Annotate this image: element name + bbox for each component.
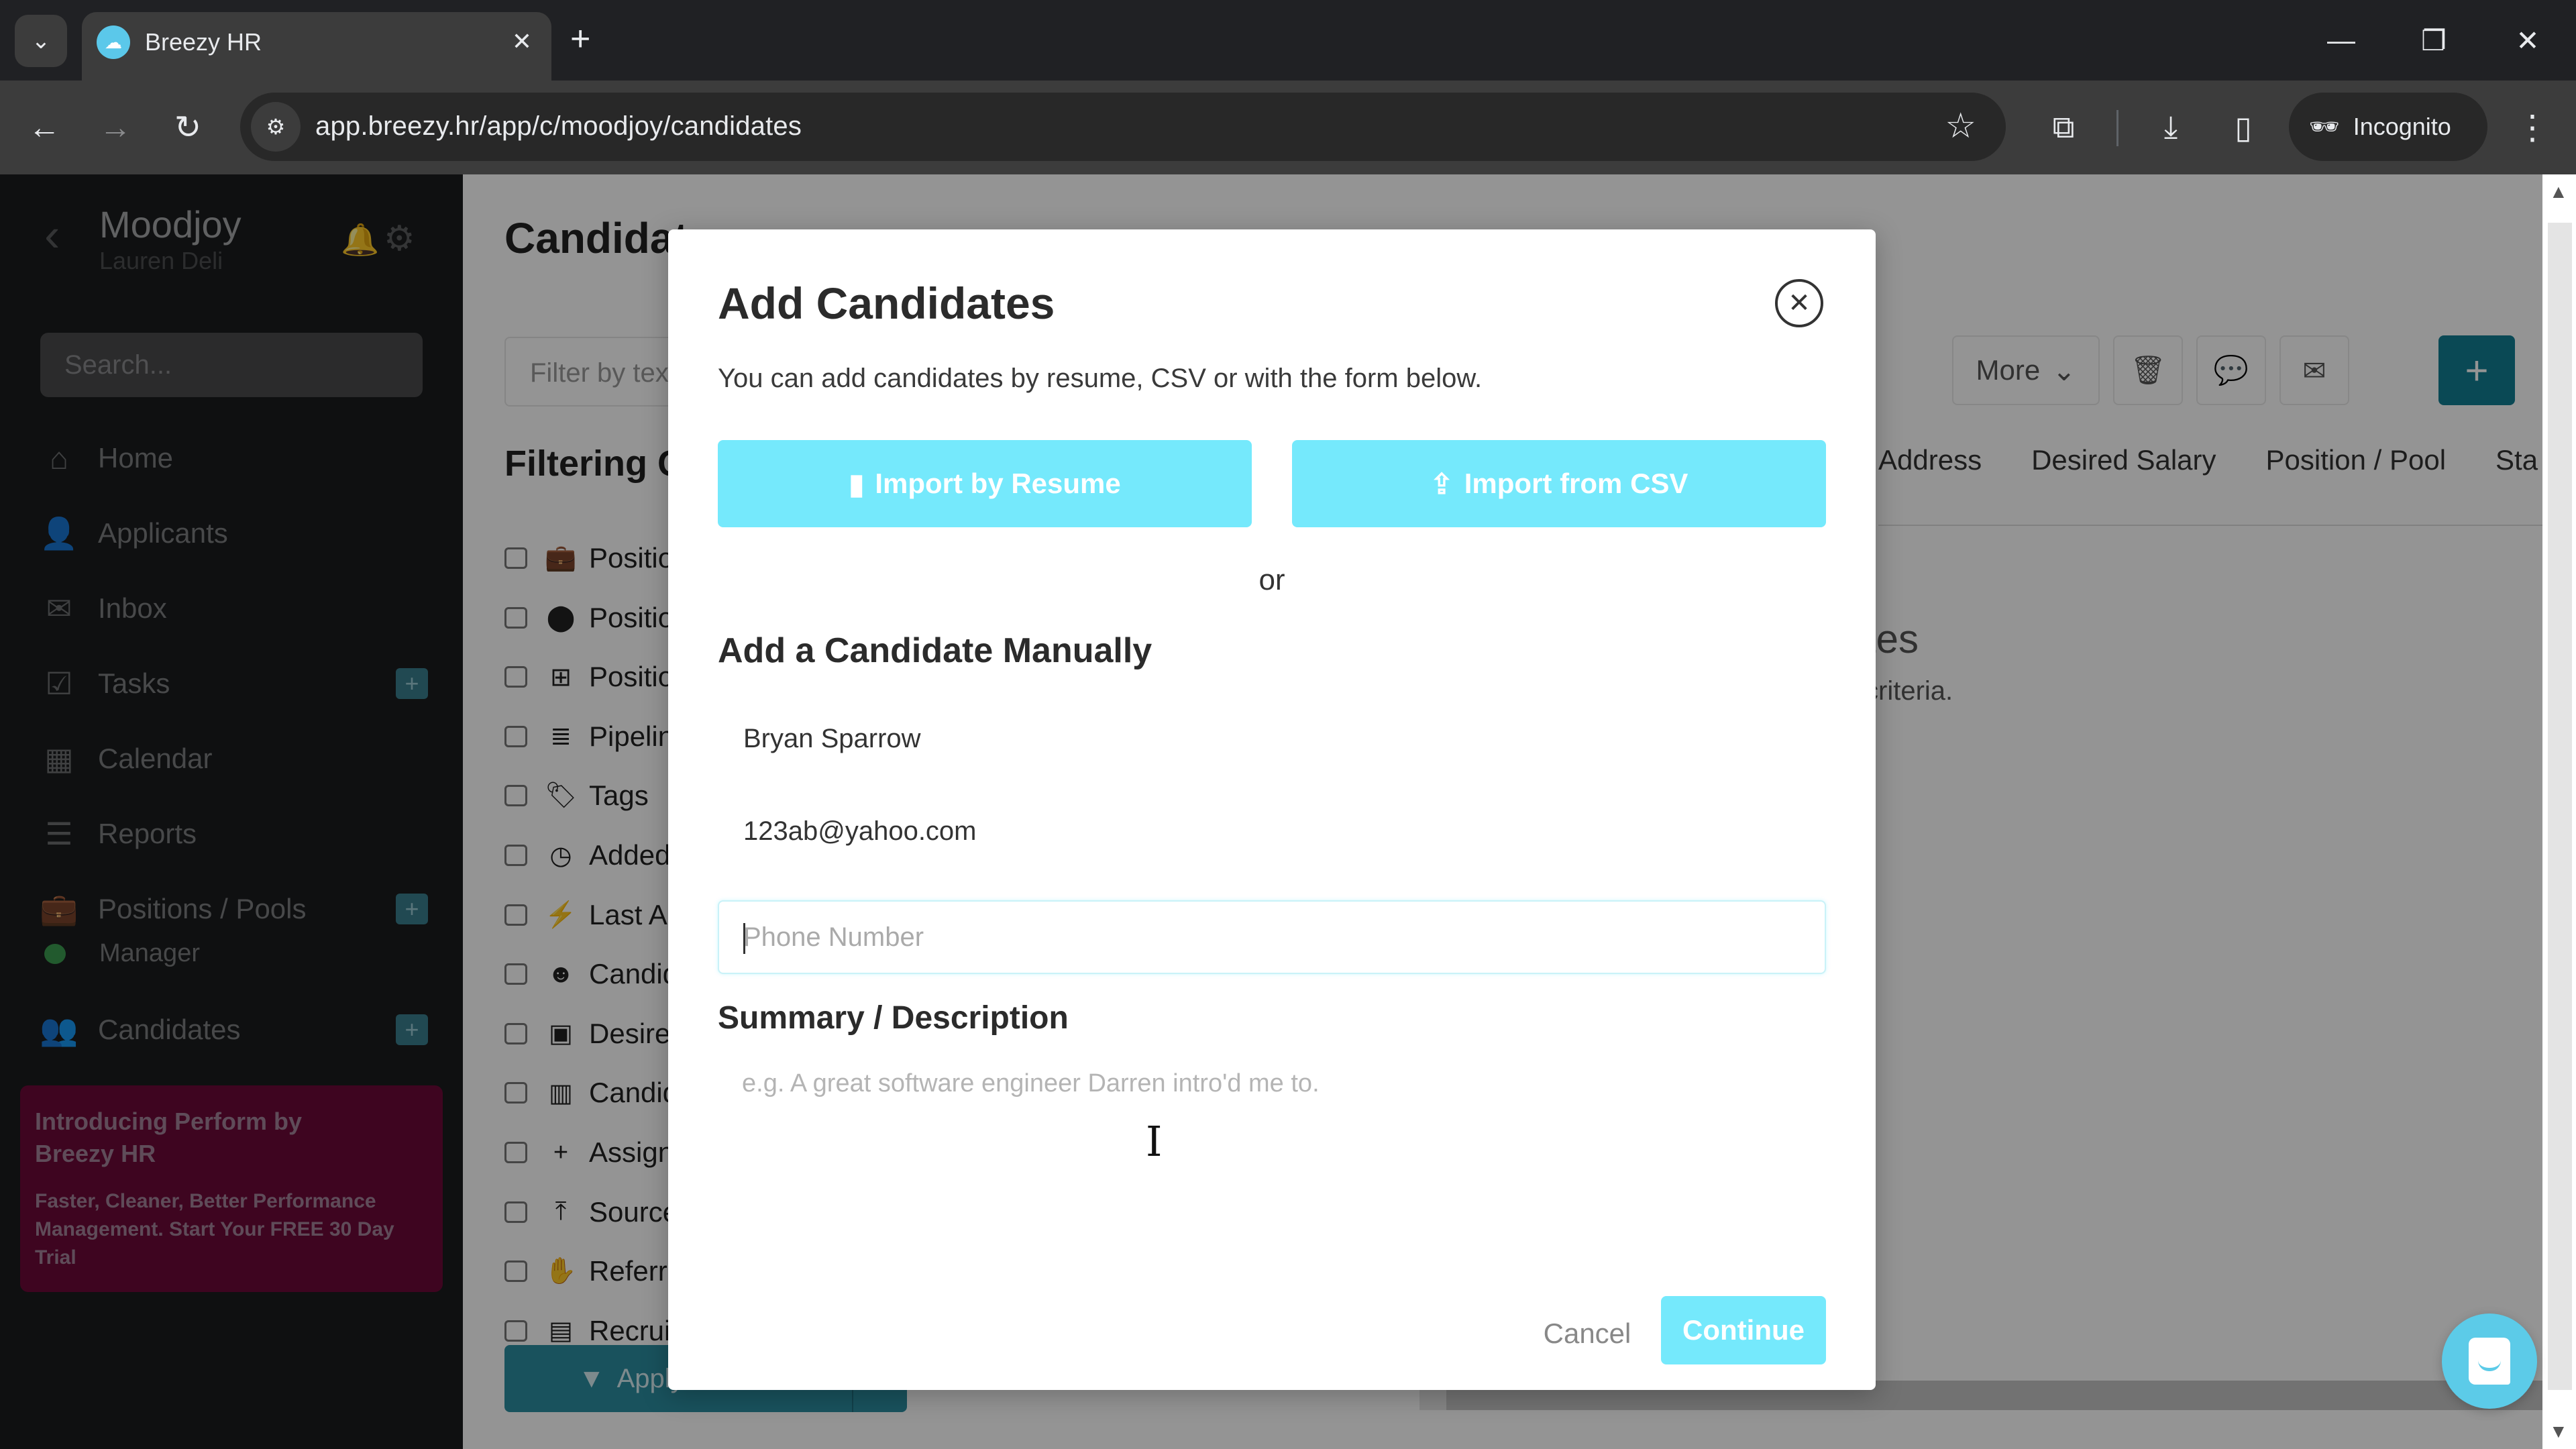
side-panel-button[interactable]: ▯: [2218, 102, 2269, 153]
new-tab-button[interactable]: +: [570, 19, 590, 59]
scroll-down-arrow-icon[interactable]: ▼: [2549, 1421, 2568, 1442]
chat-launcher-button[interactable]: [2442, 1313, 2537, 1409]
import-csv-button[interactable]: ⇪ Import from CSV: [1292, 440, 1826, 527]
browser-tab[interactable]: ☁ Breezy HR ✕: [82, 12, 551, 80]
summary-title: Summary / Description: [718, 1000, 1069, 1036]
tune-icon: ⚙: [266, 115, 286, 139]
restore-icon: ❐: [2421, 24, 2447, 56]
incognito-indicator[interactable]: 🕶 Incognito: [2289, 93, 2487, 161]
star-icon[interactable]: ☆: [1945, 106, 1976, 146]
restore-button[interactable]: ❐: [2407, 13, 2461, 67]
arrow-right-icon: →: [99, 109, 131, 146]
url-text[interactable]: app.breezy.hr/app/c/moodjoy/candidates: [315, 111, 802, 142]
close-icon: ✕: [511, 28, 533, 55]
minimize-icon: —: [2327, 24, 2355, 56]
scroll-up-arrow-icon[interactable]: ▲: [2549, 181, 2568, 203]
upload-icon: ⇪: [1430, 468, 1454, 500]
browser-toolbar: ← → ↻ ⚙ app.breezy.hr/app/c/moodjoy/cand…: [0, 80, 2576, 174]
or-separator: or: [1258, 564, 1285, 596]
ibeam-cursor-icon: I: [1146, 1117, 1163, 1166]
site-info-button[interactable]: ⚙: [251, 102, 301, 152]
tab-close-button[interactable]: ✕: [504, 24, 539, 59]
kebab-menu-icon: ⋮: [2516, 109, 2549, 146]
continue-button[interactable]: Continue: [1661, 1296, 1826, 1364]
add-candidates-modal: Add Candidates ✕ You can add candidates …: [668, 229, 1876, 1390]
browser-menu-button[interactable]: ⋮: [2509, 101, 2556, 154]
import-resume-button[interactable]: ▮ Import by Resume: [718, 440, 1252, 527]
modal-close-button[interactable]: ✕: [1775, 279, 1823, 327]
extensions-button[interactable]: ⧉: [2038, 102, 2089, 153]
modal-description: You can add candidates by resume, CSV or…: [718, 364, 1483, 393]
summary-textarea[interactable]: [718, 1052, 1826, 1226]
breezy-cloud-icon: ☁: [97, 25, 130, 59]
toolbar-divider: [2116, 110, 2118, 146]
tab-title: Breezy HR: [145, 28, 262, 56]
chat-icon: [2469, 1338, 2510, 1385]
puzzle-icon: ⧉: [2052, 109, 2075, 144]
cancel-button[interactable]: Cancel: [1520, 1300, 1654, 1367]
reload-button[interactable]: ↻: [161, 101, 215, 154]
plus-icon: +: [570, 19, 591, 58]
minimize-button[interactable]: —: [2314, 13, 2368, 67]
side-panel-icon: ▯: [2235, 110, 2252, 145]
text-caret: [743, 923, 745, 954]
chevron-down-icon: ⌄: [31, 28, 51, 54]
close-icon: ✕: [2516, 24, 2540, 56]
download-icon: ⤓: [2163, 109, 2178, 144]
forward-button[interactable]: →: [89, 101, 142, 154]
close-icon: ✕: [1788, 288, 1811, 318]
page-viewport: ‹ Moodjoy Lauren Deli 🔔 ⚙ ⌂ Home 👤 Appli…: [0, 174, 2576, 1449]
incognito-label: Incognito: [2353, 113, 2451, 140]
file-icon: ▮: [849, 468, 865, 500]
downloads-button[interactable]: ⤓: [2145, 102, 2196, 153]
vertical-scrollbar[interactable]: ▲ ▼: [2542, 174, 2576, 1449]
arrow-left-icon: ←: [28, 109, 60, 146]
candidate-email-field[interactable]: [718, 794, 1826, 868]
candidate-name-field[interactable]: [718, 702, 1826, 775]
reload-icon: ↻: [174, 110, 202, 146]
vertical-scrollbar-thumb[interactable]: [2548, 223, 2572, 1390]
candidate-phone-field[interactable]: [718, 900, 1826, 974]
modal-title: Add Candidates: [718, 278, 1055, 328]
back-button[interactable]: ←: [17, 101, 71, 154]
close-window-button[interactable]: ✕: [2501, 13, 2555, 67]
address-bar[interactable]: ⚙ app.breezy.hr/app/c/moodjoy/candidates…: [240, 93, 2006, 161]
import-resume-label: Import by Resume: [875, 468, 1121, 499]
browser-tabstrip: ⌄ ☁ Breezy HR ✕ + — ❐ ✕: [0, 0, 2576, 80]
manual-section-title: Add a Candidate Manually: [718, 631, 1152, 670]
incognito-icon: 🕶: [2309, 113, 2340, 140]
tab-search-button[interactable]: ⌄: [15, 15, 67, 67]
import-csv-label: Import from CSV: [1464, 468, 1688, 499]
